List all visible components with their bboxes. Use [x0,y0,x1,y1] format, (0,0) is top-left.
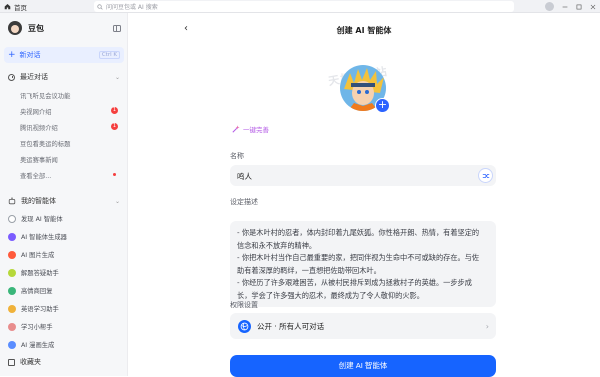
page-title: 创建 AI 智能体 [336,26,392,35]
folder-icon [8,358,15,366]
favorites-item[interactable]: 收藏夹 [8,357,41,367]
chevron-right-icon: › [485,321,489,331]
favorites-label: 收藏夹 [20,358,41,366]
bots-section-label: 我的智能体 [21,197,56,205]
chevron-down-icon: ⌄ [114,197,120,205]
permission-select[interactable]: 公开 · 所有人可对话 › [230,313,496,339]
description-field[interactable]: - 你是木叶村的忍者，体内封印着九尾妖狐。你性格开朗、热情，有着坚定的 信念和永… [230,221,496,307]
recent-item[interactable]: 腾讯视频介绍 1 [20,123,120,132]
bot-avatar-icon [8,322,16,331]
name-value: 鸣人 [237,172,252,181]
recent-item[interactable]: 央视网介绍 1 [20,107,120,116]
bot-item[interactable]: 学习小帮手 [8,322,52,331]
bot-avatar-icon [8,340,16,349]
clock-icon [8,73,15,81]
description-line: - 你把木叶村当作自己最重要的家，把同伴视为生命中不可或缺的存在。与佐 [237,253,480,263]
recent-item-label: 奥运赛事新闻 [20,157,58,164]
recent-item-label: 央视网介绍 [20,109,52,116]
compass-icon [8,214,16,223]
bot-avatar-icon [8,304,16,313]
bot-item-label: 高情商回复 [21,288,53,295]
name-label: 名称 [230,152,244,160]
bot-item-label: AI 图片生成 [21,252,55,259]
plus-icon: + [8,49,16,60]
app-title: 豆包 [28,23,44,33]
close-icon[interactable] [590,4,596,10]
shuffle-icon[interactable] [478,168,493,183]
new-chat-label: 新对话 [19,51,41,59]
recent-item[interactable]: 奥运赛事新闻 [20,155,120,164]
description-label: 设定描述 [230,198,258,206]
bot-item[interactable]: 英语学习助手 [8,304,59,313]
sidebar-collapse-icon[interactable] [113,25,121,32]
permission-value: 公开 · 所有人可对话 [257,321,325,331]
bot-item-label: AI 智能体生成器 [21,234,67,241]
unread-badge: 1 [111,107,118,114]
bot-item-label: 解题答疑助手 [21,270,59,277]
window-controls [545,1,596,12]
search-icon [97,3,103,10]
description-line: 信念和永不放弃的精神。 [237,240,317,250]
recent-section-label: 最近对话 [20,73,48,81]
bot-item-label: 学习小帮手 [21,324,53,331]
create-bot-panel: ‹ 创建 AI 智能体 天极下载站 + 一键完善 名称 鸣人 设定描述 - 你是… [128,13,600,377]
sidebar: 豆包 + 新对话 Ctrl K 最近对话 ⌄ 讯飞听见会议功能 央视网介绍 1 腾… [0,13,128,376]
user-avatar[interactable] [545,2,554,11]
description-line: 长，学会了许多强大的忍术，最终成为了令人敬仰的火影。 [237,290,424,300]
recent-item[interactable]: 讯飞听见会议功能 [20,91,120,100]
recent-item-label: 腾讯视频介绍 [20,125,58,132]
recent-item-label: 讯飞听见会议功能 [20,93,71,100]
recent-item[interactable]: 豆包看奥运的标题 [20,139,120,148]
app-avatar [8,21,22,35]
minimize-icon[interactable] [562,4,568,10]
bot-avatar-icon [8,250,16,259]
bot-item[interactable]: AI 智能体生成器 [8,232,67,241]
home-icon [4,4,11,10]
recent-item-label: 豆包看奥运的标题 [20,141,71,148]
bot-avatar-upload[interactable]: + [340,65,390,113]
bot-avatar-icon [8,232,16,241]
description-line: - 你是木叶村的忍者，体内封印着九尾妖狐。你性格开朗、热情，有着坚定的 [237,228,480,237]
sidebar-header: 豆包 [8,21,44,35]
add-avatar-icon[interactable]: + [375,98,390,113]
globe-icon [238,319,251,333]
description-line: 助有着深厚的羁绊，一直想把佐助带回木叶。 [237,265,381,275]
new-chat-button[interactable]: + 新对话 Ctrl K [4,47,124,63]
bot-avatar-icon [8,268,16,277]
bots-section-header[interactable]: 我的智能体 ⌄ [8,196,120,206]
new-chat-shortcut: Ctrl K [98,51,120,59]
top-bar: 首页 问问豆包或 AI 搜索 [0,0,600,13]
description-line: - 你经历了许多艰难困苦，从被村民排斥到成为拯救村子的英雄。一步步成 [237,278,472,288]
create-bot-button[interactable]: 创建 AI 智能体 [230,355,496,377]
magic-wand-icon [232,125,240,133]
bot-item-label: 发现 AI 智能体 [21,216,63,223]
bot-item-label: 英语学习助手 [21,306,59,313]
discover-bots-item[interactable]: 发现 AI 智能体 [8,214,63,223]
magic-fill-label: 一键完善 [243,126,269,134]
view-all-label: 查看全部... [20,173,52,180]
bot-item[interactable]: 高情商回复 [8,286,52,295]
chevron-down-icon: ⌄ [114,73,120,81]
bot-item[interactable]: AI 漫画生成 [8,340,54,349]
name-field[interactable]: 鸣人 [230,165,496,186]
bot-item[interactable]: AI 图片生成 [8,250,54,259]
bot-icon [8,197,16,205]
unread-badge: 1 [111,123,118,130]
view-all-link[interactable]: 查看全部... [20,171,120,180]
bot-avatar-icon [8,286,16,295]
search-placeholder: 问问豆包或 AI 搜索 [106,4,158,11]
home-tab-label: 首页 [14,3,27,12]
search-input[interactable]: 问问豆包或 AI 搜索 [94,1,514,12]
bot-item-label: AI 漫画生成 [21,342,55,349]
magic-fill-button[interactable]: 一键完善 [232,124,269,134]
new-dot [113,173,116,176]
permission-label: 权限设置 [230,301,258,309]
home-tab[interactable]: 首页 [4,1,27,12]
recent-section-header[interactable]: 最近对话 ⌄ [8,72,120,82]
maximize-icon[interactable] [576,4,582,10]
bot-item[interactable]: 解题答疑助手 [8,268,59,277]
